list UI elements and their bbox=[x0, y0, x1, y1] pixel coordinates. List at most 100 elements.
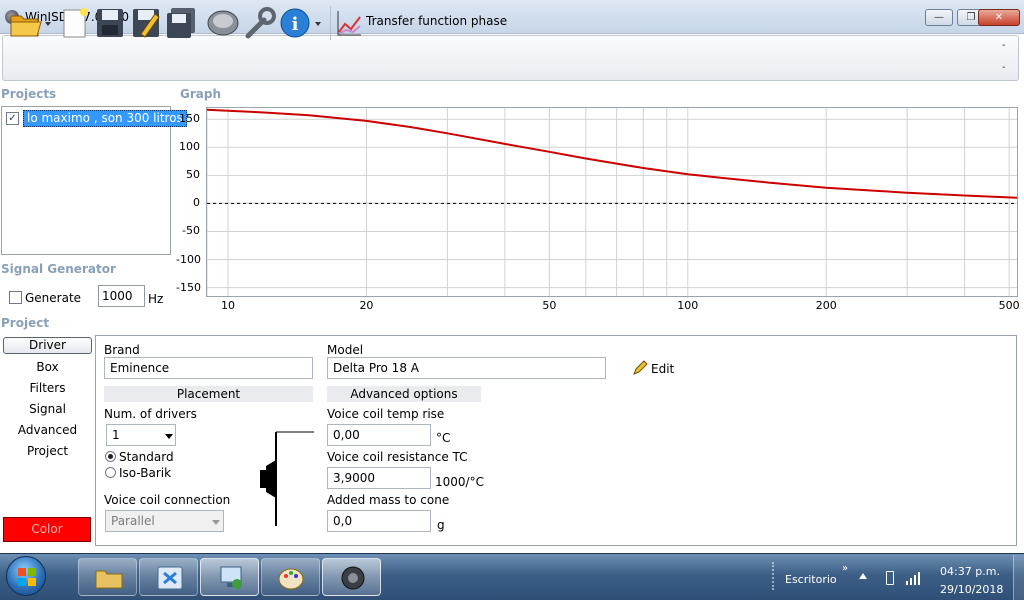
windows-logo-icon bbox=[7, 568, 47, 600]
x-tick-label: 10 bbox=[221, 299, 236, 312]
color-button[interactable]: Color bbox=[3, 517, 91, 542]
toolbar-overflow-top[interactable]: - bbox=[1002, 40, 1006, 51]
project-item[interactable]: lo maximo , son 300 litros bbox=[23, 110, 187, 127]
close-button[interactable]: ✕ bbox=[978, 9, 1020, 26]
x-tick-label: 200 bbox=[815, 299, 837, 312]
open-folder-icon bbox=[8, 6, 52, 40]
taskbar-app-paint[interactable] bbox=[261, 558, 320, 596]
taskbar-app-control-panel[interactable] bbox=[139, 558, 198, 596]
graph-plot[interactable] bbox=[206, 107, 1018, 297]
advanced-header: Advanced options bbox=[327, 386, 481, 402]
vc-temp-rise-field[interactable]: 0,00 bbox=[327, 424, 431, 446]
vc-res-tc-label: Voice coil resistance TC bbox=[327, 450, 468, 464]
restore-icon: ❐ bbox=[966, 12, 976, 23]
toolbar-expand-icon[interactable]: » bbox=[842, 563, 848, 574]
signal-strength-icon[interactable] bbox=[905, 570, 923, 589]
info-icon: i bbox=[279, 6, 323, 40]
checkmark-icon: ✓ bbox=[8, 113, 17, 124]
nav-driver[interactable]: Driver bbox=[3, 337, 92, 354]
save-button[interactable] bbox=[94, 5, 126, 41]
chart-mode-label: Transfer function phase bbox=[366, 14, 508, 28]
clock-date[interactable]: 29/10/2018 bbox=[940, 583, 1003, 596]
graph-canvas bbox=[206, 108, 1018, 296]
open-button[interactable] bbox=[8, 5, 52, 41]
info-button[interactable]: i bbox=[279, 5, 323, 41]
y-tick-label: -150 bbox=[176, 280, 201, 294]
added-mass-label: Added mass to cone bbox=[327, 493, 450, 507]
desktop-toolbar-label[interactable]: Escritorio bbox=[785, 573, 837, 586]
clock-time[interactable]: 04:37 p.m. bbox=[940, 565, 1000, 578]
nav-filters[interactable]: Filters bbox=[3, 381, 92, 395]
project-heading: Project bbox=[1, 316, 50, 330]
nav-signal[interactable]: Signal bbox=[3, 402, 92, 416]
radio-standard-label[interactable]: Standard bbox=[119, 450, 174, 464]
projects-heading: Projects bbox=[1, 87, 57, 101]
nav-box[interactable]: Box bbox=[3, 360, 92, 374]
frequency-unit: Hz bbox=[148, 292, 164, 306]
brand-label: Brand bbox=[104, 343, 140, 357]
signal-generator-heading: Signal Generator bbox=[1, 262, 116, 276]
projects-list bbox=[1, 106, 171, 255]
taskbar-app-explorer[interactable] bbox=[78, 558, 137, 596]
save-as-icon bbox=[131, 6, 161, 40]
graph-heading: Graph bbox=[180, 87, 221, 101]
x-tick-label: 20 bbox=[359, 299, 374, 312]
vc-res-tc-field[interactable]: 3,9000 bbox=[327, 467, 431, 489]
winisd-icon bbox=[339, 565, 367, 594]
brand-field[interactable]: Eminence bbox=[104, 357, 313, 379]
chart-mode-button[interactable] bbox=[334, 5, 364, 41]
taskbar-app-winisd[interactable] bbox=[322, 558, 381, 596]
toolbar bbox=[2, 35, 1019, 81]
vc-connection-label: Voice coil connection bbox=[104, 493, 231, 507]
battery-icon[interactable] bbox=[886, 571, 894, 585]
radio-isobarik-label[interactable]: Iso-Barik bbox=[119, 466, 171, 480]
vc-temp-rise-label: Voice coil temp rise bbox=[327, 407, 445, 421]
y-tick-label: 150 bbox=[179, 112, 200, 126]
save-all-button[interactable] bbox=[165, 5, 197, 41]
minimize-icon: — bbox=[934, 12, 944, 23]
project-checkbox[interactable]: ✓ bbox=[6, 112, 19, 125]
generate-checkbox[interactable] bbox=[9, 291, 22, 304]
y-tick-label: 100 bbox=[179, 140, 200, 154]
nav-advanced[interactable]: Advanced bbox=[3, 423, 92, 437]
new-document-icon bbox=[60, 6, 90, 40]
new-button[interactable] bbox=[59, 5, 91, 41]
minimize-button[interactable]: — bbox=[925, 9, 953, 26]
start-button[interactable] bbox=[6, 556, 46, 596]
generate-label[interactable]: Generate bbox=[25, 291, 81, 305]
save-icon bbox=[95, 6, 125, 40]
toolbar-separator bbox=[330, 6, 331, 40]
vc-res-tc-unit: 1000/°C bbox=[435, 475, 484, 489]
show-desktop-button[interactable] bbox=[1013, 555, 1024, 600]
toolbar-overflow-bottom[interactable]: - bbox=[1002, 62, 1006, 73]
radio-isobarik[interactable] bbox=[105, 467, 116, 478]
save-as-button[interactable] bbox=[130, 5, 162, 41]
nav-project[interactable]: Project bbox=[3, 444, 92, 458]
tools-button[interactable] bbox=[243, 5, 277, 41]
driver-editor-button[interactable] bbox=[205, 5, 241, 41]
radio-standard[interactable] bbox=[105, 451, 116, 462]
phase-curve bbox=[206, 108, 1018, 199]
x-tick-label: 500 bbox=[998, 299, 1020, 312]
num-drivers-select[interactable]: 1 bbox=[106, 424, 176, 446]
edit-button[interactable] bbox=[632, 360, 648, 379]
y-tick-label: -100 bbox=[176, 252, 201, 266]
num-drivers-label: Num. of drivers bbox=[104, 407, 197, 421]
model-label: Model bbox=[327, 343, 364, 357]
control-panel-icon bbox=[156, 565, 184, 594]
chevron-down-icon bbox=[165, 434, 173, 439]
chart-icon bbox=[335, 8, 363, 38]
frequency-input[interactable] bbox=[98, 285, 145, 307]
added-mass-unit: g bbox=[437, 518, 445, 532]
wrench-icon bbox=[244, 6, 276, 40]
model-field[interactable]: Delta Pro 18 A bbox=[327, 357, 606, 379]
placement-diagram bbox=[240, 430, 314, 528]
added-mass-field[interactable]: 0,0 bbox=[327, 510, 431, 532]
y-tick-label: 0 bbox=[193, 196, 200, 210]
vc-connection-select[interactable]: Parallel bbox=[105, 510, 224, 532]
x-tick-label: 100 bbox=[677, 299, 699, 312]
paint-icon bbox=[278, 565, 306, 594]
show-hidden-icons-icon[interactable] bbox=[859, 573, 867, 579]
edit-label[interactable]: Edit bbox=[651, 362, 674, 376]
taskbar-app-network[interactable] bbox=[200, 558, 259, 596]
